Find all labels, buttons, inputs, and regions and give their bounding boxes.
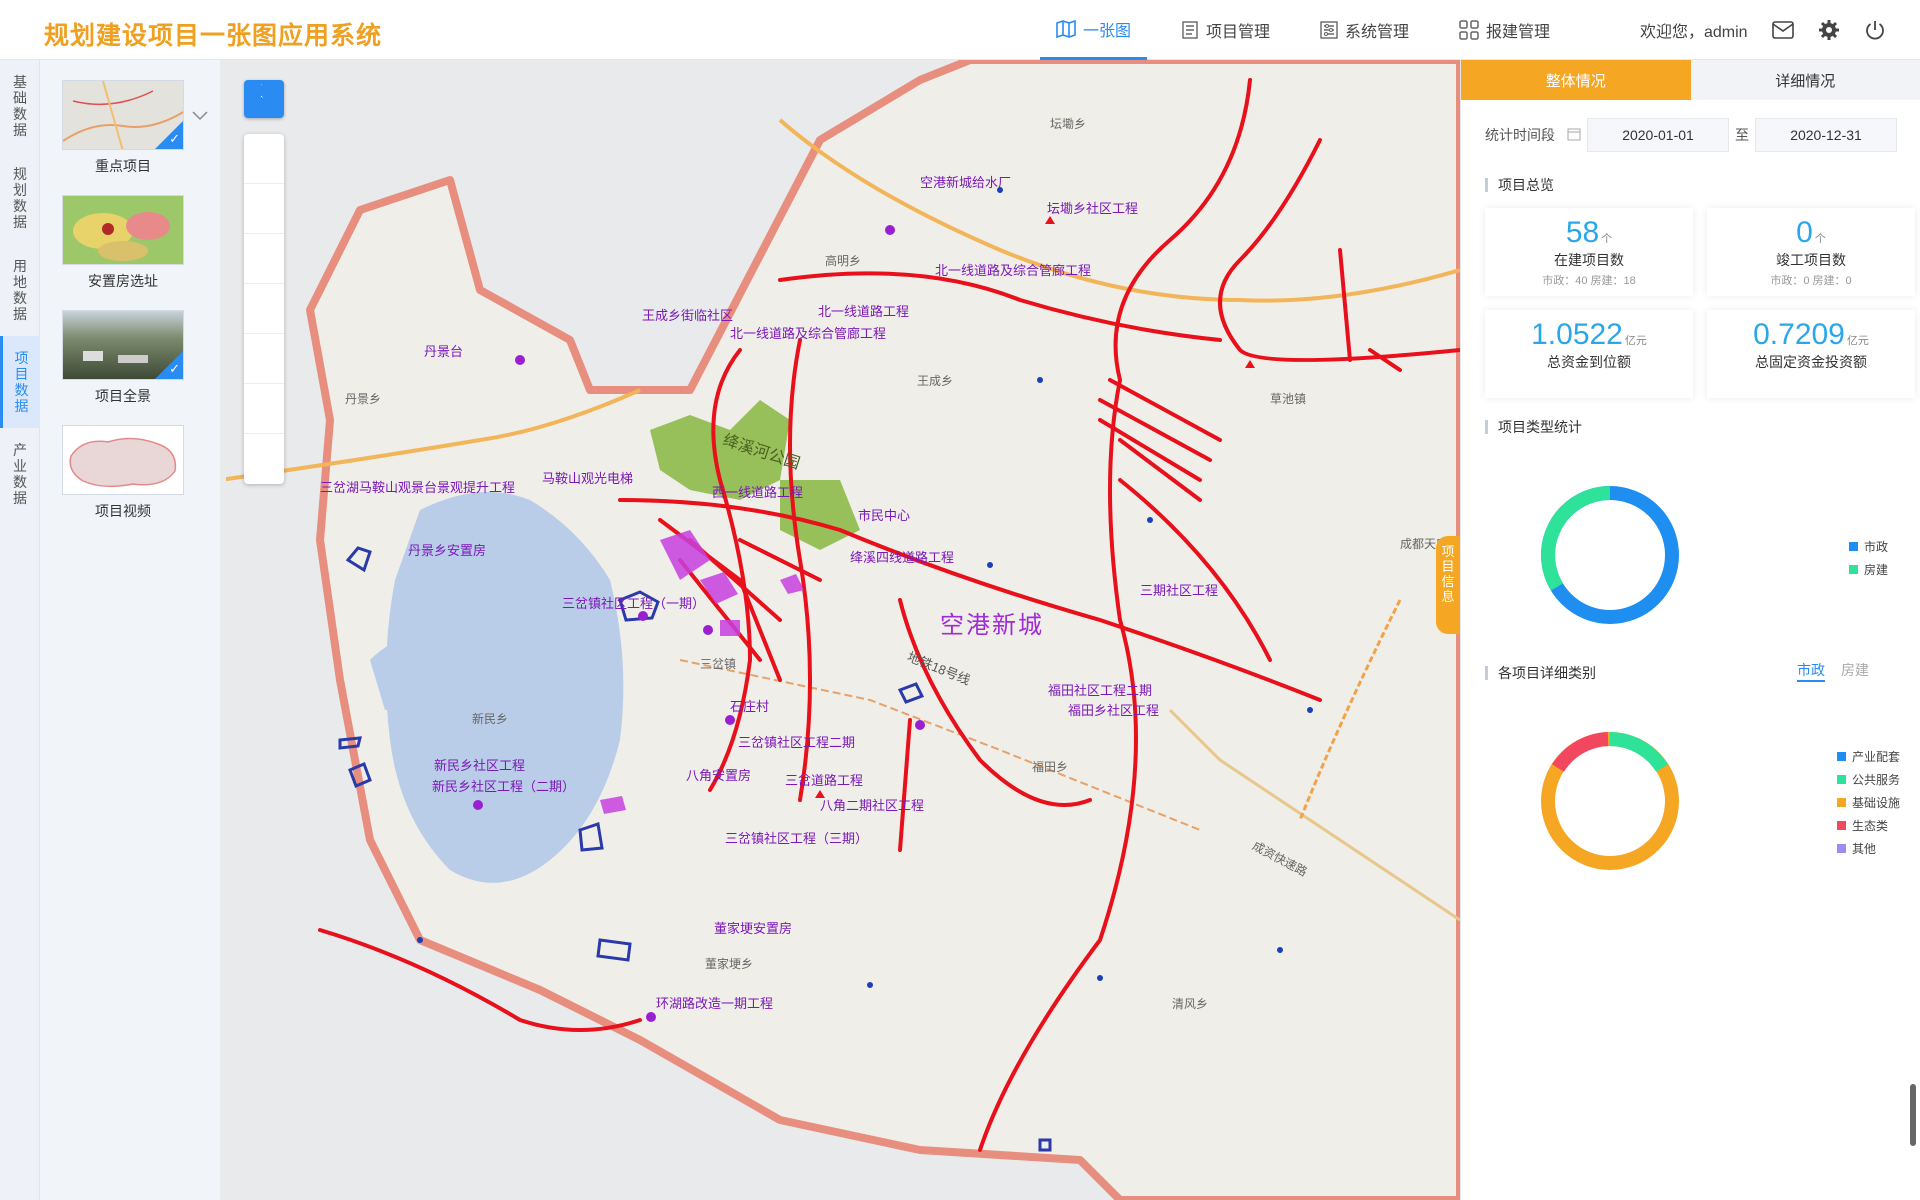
nav-permit-management[interactable]: 报建管理 (1443, 0, 1566, 60)
stat-card-funds-received: 1.0522 亿元 总资金到位额 (1485, 310, 1693, 398)
type-stats-title: 项目类型统计 (1485, 420, 1582, 434)
settings-list-icon (1320, 21, 1338, 39)
resettlement-preview (62, 195, 184, 265)
place-label: 新民乡 (472, 712, 509, 726)
mail-icon[interactable] (1771, 21, 1794, 39)
app-title: 规划建设项目一张图应用系统 (44, 22, 383, 50)
document-icon (1181, 21, 1199, 39)
tab-land-data[interactable]: 用地数据 (0, 244, 40, 336)
calendar-icon (1567, 127, 1581, 144)
district-name-label: 空港新城 (940, 612, 1044, 639)
tab-base-data[interactable]: 基础数据 (0, 60, 40, 152)
grid-icon (1459, 20, 1479, 40)
toggle-municipal[interactable]: 市政 (1797, 660, 1825, 682)
thumb-key-projects[interactable]: ✓ 重点项目 (62, 80, 184, 176)
video-preview (62, 425, 184, 495)
place-label: 福田乡 (1032, 760, 1069, 774)
layer-thumbnail-panel: ✓ 重点项目 安置房选址 ✓ 项目全景 项目视频 (40, 60, 220, 1200)
key-projects-preview: ✓ (62, 80, 184, 150)
date-separator: 至 (1735, 127, 1749, 143)
chevron-down-icon[interactable] (192, 108, 208, 126)
tab-industry-data[interactable]: 产业数据 (0, 428, 40, 520)
period-label: 统计时间段 (1485, 127, 1555, 143)
detail-legend: 产业配套 公共服务 基础设施 生态类 其他 (1837, 748, 1900, 863)
welcome-text: 欢迎您，admin (1640, 24, 1748, 41)
user-area: 欢迎您，admin (1640, 0, 1886, 60)
panel-tabs: 整体情况 详细情况 (1461, 60, 1920, 100)
place-label: 董家埂乡 (705, 957, 754, 971)
stat-card-completed: 0个 竣工项目数 市政：0 房建：0 (1707, 208, 1915, 296)
left-category-tabs: 基础数据 规划数据 用地数据 项目数据 产业数据 (0, 60, 40, 1200)
top-header: 规划建设项目一张图应用系统 一张图 项目管理 系统管理 报建管理 欢迎您，adm… (0, 0, 1920, 60)
stat-card-in-progress: 58 个 在建项目数 市政：40 房建：18 (1485, 208, 1693, 296)
place-label: 丹景乡 (345, 392, 382, 406)
type-legend: 市政 房建 (1849, 538, 1888, 584)
place-label: 坛墈乡 (1050, 117, 1087, 131)
power-icon[interactable] (1864, 19, 1886, 41)
main-nav: 一张图 项目管理 系统管理 报建管理 (1040, 0, 1584, 60)
gear-icon[interactable] (1818, 19, 1840, 41)
place-label: 三岔镇 (700, 657, 737, 671)
toggle-housing[interactable]: 房建 (1841, 660, 1869, 682)
date-from-input[interactable]: 2020-01-01 (1587, 118, 1729, 152)
detail-category-toggle: 市政 房建 (1781, 660, 1869, 682)
place-label: 清风乡 (1172, 997, 1209, 1011)
map-tool-group (244, 81, 284, 484)
tab-detail[interactable]: 详细情况 (1690, 60, 1920, 100)
nav-project-management[interactable]: 项目管理 (1165, 0, 1286, 60)
thumb-resettlement-sites[interactable]: 安置房选址 (62, 195, 184, 291)
map-icon (1056, 19, 1076, 38)
detail-donut-chart (1541, 732, 1679, 870)
nav-system-management[interactable]: 系统管理 (1304, 0, 1425, 60)
nav-one-map[interactable]: 一张图 (1040, 0, 1148, 60)
place-label: 草池镇 (1270, 392, 1307, 406)
place-label: 高明乡 (825, 254, 862, 268)
date-to-input[interactable]: 2020-12-31 (1755, 118, 1897, 152)
thumb-panorama[interactable]: ✓ 项目全景 (62, 310, 184, 406)
map-toolbar (244, 80, 284, 484)
place-label: 王成乡 (917, 374, 954, 388)
period-filter: 统计时间段 2020-01-01 至 2020-12-31 (1485, 118, 1903, 152)
tool-measure-button[interactable] (244, 84, 284, 184)
project-map[interactable]: 空港新城给水厂 坛墈乡社区工程 北一线道路及综合管廊工程 王成乡街临社区 北一线… (220, 60, 1460, 1200)
tool-statistics-button[interactable] (244, 83, 284, 234)
tool-globe-button[interactable] (244, 81, 284, 334)
panorama-preview: ✓ (62, 310, 184, 380)
tab-overall[interactable]: 整体情况 (1461, 60, 1691, 100)
overview-title: 项目总览 (1485, 178, 1554, 192)
tool-building-button[interactable] (244, 82, 284, 384)
tool-favorite-button[interactable] (244, 81, 284, 434)
detail-category-title: 各项目详细类别 (1485, 666, 1596, 680)
thumb-video[interactable]: 项目视频 (62, 425, 184, 521)
project-info-side-tab[interactable]: 项目信息 (1436, 536, 1460, 634)
tab-project-data[interactable]: 项目数据 (0, 336, 40, 428)
tool-layout-button[interactable] (244, 81, 284, 284)
tab-planning-data[interactable]: 规划数据 (0, 152, 40, 244)
panel-scrollbar[interactable] (1910, 1084, 1916, 1146)
tool-layers-button[interactable] (244, 82, 284, 484)
map-canvas (220, 60, 1460, 1200)
statistics-panel: 整体情况 详细情况 统计时间段 2020-01-01 至 2020-12-31 … (1460, 60, 1920, 1200)
stat-card-fixed-investment: 0.7209 亿元 总固定资金投资额 (1707, 310, 1915, 398)
type-donut-chart (1541, 486, 1679, 624)
